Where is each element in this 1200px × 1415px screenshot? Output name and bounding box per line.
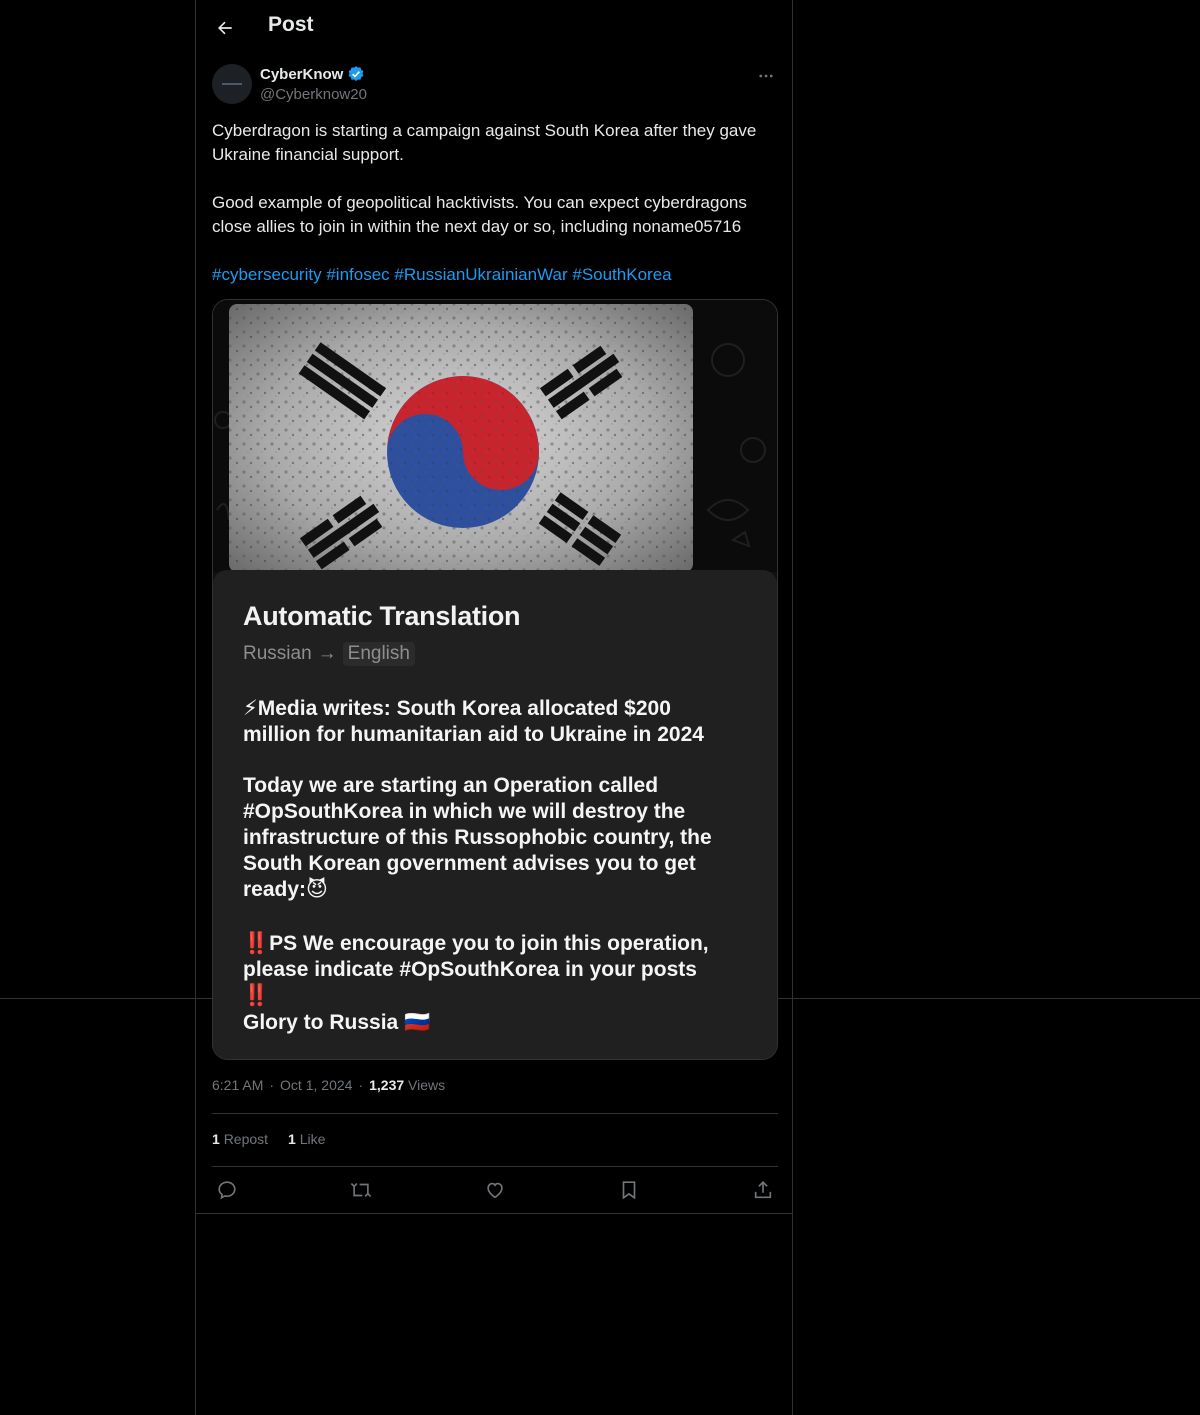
post-text: Cyberdragon is starting a campaign again… [212, 119, 778, 239]
translation-title: Automatic Translation [243, 601, 521, 631]
repost-icon [350, 1182, 372, 1198]
post-meta: 6:21 AM · Oct 1, 2024 · 1,237 Views [212, 1077, 445, 1093]
hashtag-link[interactable]: #RussianUkrainianWar [394, 265, 567, 284]
views-count: 1,237 [369, 1077, 405, 1093]
share-icon [754, 1181, 772, 1199]
divider [212, 1166, 778, 1167]
target-language: English [342, 642, 415, 666]
author-name[interactable]: CyberKnow [260, 66, 343, 83]
post-date[interactable]: Oct 1, 2024 [280, 1077, 352, 1093]
source-language: Russian [243, 643, 312, 664]
korean-flag-image [213, 300, 777, 572]
post-time[interactable]: 6:21 AM [212, 1077, 263, 1093]
divider [212, 1113, 778, 1114]
translation-paragraph: Today we are starting an Operation calle… [243, 774, 712, 901]
translation-card: Automatic Translation Russian → English … [213, 570, 777, 1059]
translation-languages: Russian → English [243, 642, 415, 666]
back-button[interactable] [208, 11, 242, 45]
bookmark-button[interactable] [614, 1175, 644, 1205]
repost-button[interactable] [346, 1175, 376, 1205]
hashtag-link[interactable]: #SouthKorea [572, 265, 671, 284]
post-paragraph: Good example of geopolitical hacktivists… [212, 193, 752, 236]
post-column: Post CyberKnow @Cyberknow20 Cyberdragon … [195, 0, 793, 1415]
post-paragraph: Cyberdragon is starting a campaign again… [212, 121, 762, 164]
header-bar: Post [196, 0, 792, 55]
likes-stat[interactable]: 1 Like [288, 1131, 325, 1147]
reply-button[interactable] [212, 1175, 242, 1205]
views-label: Views [408, 1077, 446, 1093]
reposts-stat[interactable]: 1 Repost [212, 1131, 268, 1147]
reposts-count: 1 [212, 1131, 220, 1147]
more-options-button[interactable] [754, 64, 778, 88]
hashtag-link[interactable]: #cybersecurity [212, 265, 322, 284]
meta-separator: · [269, 1077, 275, 1093]
meta-separator: · [358, 1077, 364, 1093]
author-handle[interactable]: @Cyberknow20 [260, 86, 367, 103]
translation-paragraph: ⚡Media writes: South Korea allocated $20… [243, 697, 704, 746]
likes-count: 1 [288, 1131, 296, 1147]
page-title: Post [268, 13, 314, 36]
reposts-label: Repost [223, 1131, 269, 1147]
post-stats: 1 Repost 1 Like [212, 1131, 325, 1147]
likes-label: Like [299, 1131, 326, 1147]
like-icon [487, 1182, 503, 1199]
divider [196, 1213, 792, 1214]
share-button[interactable] [748, 1175, 778, 1205]
verified-badge-icon [349, 66, 364, 81]
translation-arrow: → [317, 643, 337, 664]
more-icon [759, 74, 773, 78]
reply-icon [218, 1181, 236, 1200]
post-media-image[interactable]: Automatic Translation Russian → English … [212, 299, 778, 1060]
translation-paragraph: Glory to Russia 🇷🇺 [243, 1011, 431, 1034]
bookmark-icon [622, 1181, 636, 1200]
translation-paragraph: ‼️PS We encourage you to join this opera… [243, 932, 709, 1007]
post-author: CyberKnow @Cyberknow20 [212, 64, 778, 108]
arrow-left-icon [218, 21, 232, 35]
hashtags: #cybersecurity #infosec #RussianUkrainia… [212, 263, 778, 287]
like-button[interactable] [480, 1175, 510, 1205]
hashtag-link[interactable]: #infosec [326, 265, 389, 284]
action-bar [212, 1175, 778, 1205]
avatar[interactable] [212, 64, 252, 104]
